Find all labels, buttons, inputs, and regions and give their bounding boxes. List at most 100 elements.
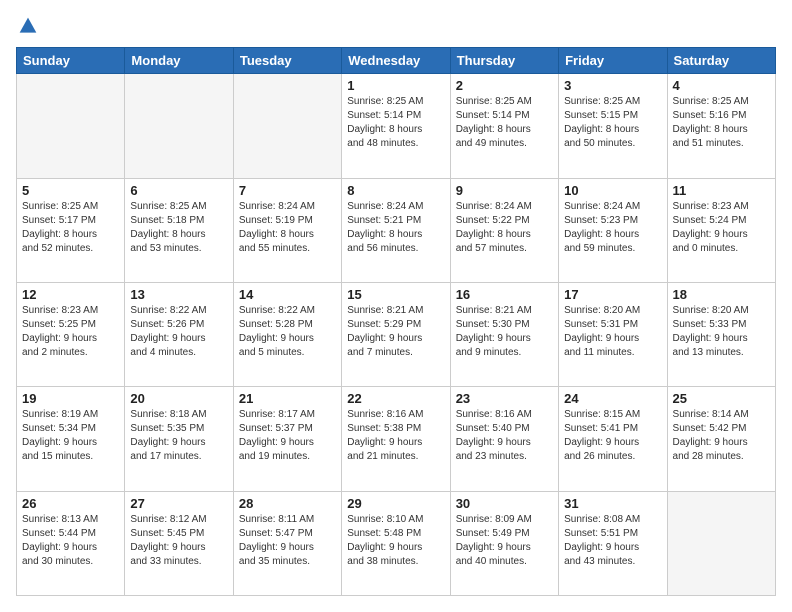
calendar-cell: 3Sunrise: 8:25 AM Sunset: 5:15 PM Daylig… xyxy=(559,74,667,178)
day-info: Sunrise: 8:17 AM Sunset: 5:37 PM Dayligh… xyxy=(239,408,336,464)
day-number: 12 xyxy=(22,287,119,302)
calendar-cell: 15 Sunrise: 8:21 AM Sunset: 5:29 PM Dayli… xyxy=(342,282,450,386)
calendar-cell: 18 Sunrise: 8:20 AM Sunset: 5:33 PM Dayli… xyxy=(667,282,775,386)
calendar-cell: 11 Sunrise: 8:23 AM Sunset: 5:24 PM Dayli… xyxy=(667,178,775,282)
day-info: Sunrise: 8:14 AM Sunset: 5:42 PM Dayligh… xyxy=(673,408,770,464)
day-info: Sunrise: 8:18 AM Sunset: 5:35 PM Dayligh… xyxy=(130,408,227,464)
calendar-cell: 28 Sunrise: 8:11 AM Sunset: 5:47 PM Dayli… xyxy=(233,491,341,595)
calendar-cell: 31Sunrise: 8:08 AM Sunset: 5:51 PM Dayli… xyxy=(559,491,667,595)
day-number: 14 xyxy=(239,287,336,302)
day-info: Sunrise: 8:16 AM Sunset: 5:40 PM Dayligh… xyxy=(456,408,553,464)
day-number: 11 xyxy=(673,183,770,198)
calendar-cell: 8 Sunrise: 8:24 AM Sunset: 5:21 PM Daylig… xyxy=(342,178,450,282)
day-number: 7 xyxy=(239,183,336,198)
day-info: Sunrise: 8:19 AM Sunset: 5:34 PM Dayligh… xyxy=(22,408,119,464)
calendar-cell: 20 Sunrise: 8:18 AM Sunset: 5:35 PM Dayli… xyxy=(125,387,233,491)
calendar-cell: 13 Sunrise: 8:22 AM Sunset: 5:26 PM Dayli… xyxy=(125,282,233,386)
day-number: 21 xyxy=(239,391,336,406)
day-number: 15 xyxy=(347,287,444,302)
day-info: Sunrise: 8:25 AM Sunset: 5:16 PM Dayligh… xyxy=(673,95,770,151)
day-number: 18 xyxy=(673,287,770,302)
day-number: 22 xyxy=(347,391,444,406)
day-number: 20 xyxy=(130,391,227,406)
day-info: Sunrise: 8:20 AM Sunset: 5:31 PM Dayligh… xyxy=(564,304,661,360)
day-info: Sunrise: 8:11 AM Sunset: 5:47 PM Dayligh… xyxy=(239,513,336,569)
page: SundayMondayTuesdayWednesdayThursdayFrid… xyxy=(0,0,792,612)
calendar-cell: 24 Sunrise: 8:15 AM Sunset: 5:41 PM Dayli… xyxy=(559,387,667,491)
calendar-cell: 30 Sunrise: 8:09 AM Sunset: 5:49 PM Dayli… xyxy=(450,491,558,595)
calendar-cell: 16 Sunrise: 8:21 AM Sunset: 5:30 PM Dayli… xyxy=(450,282,558,386)
day-number: 4 xyxy=(673,78,770,93)
day-number: 6 xyxy=(130,183,227,198)
weekday-header: Friday xyxy=(559,48,667,74)
calendar-cell: 1 Sunrise: 8:25 AM Sunset: 5:14 PM Daylig… xyxy=(342,74,450,178)
calendar-cell: 21 Sunrise: 8:17 AM Sunset: 5:37 PM Dayli… xyxy=(233,387,341,491)
day-number: 17 xyxy=(564,287,661,302)
calendar-cell: 17 Sunrise: 8:20 AM Sunset: 5:31 PM Dayli… xyxy=(559,282,667,386)
weekday-header: Tuesday xyxy=(233,48,341,74)
calendar-cell: 23 Sunrise: 8:16 AM Sunset: 5:40 PM Dayli… xyxy=(450,387,558,491)
calendar-cell xyxy=(233,74,341,178)
day-number: 1 xyxy=(347,78,444,93)
header xyxy=(16,16,776,37)
day-info: Sunrise: 8:25 AM Sunset: 5:18 PM Dayligh… xyxy=(130,200,227,256)
calendar-cell: 9 Sunrise: 8:24 AM Sunset: 5:22 PM Daylig… xyxy=(450,178,558,282)
calendar-cell: 27 Sunrise: 8:12 AM Sunset: 5:45 PM Dayli… xyxy=(125,491,233,595)
day-number: 29 xyxy=(347,496,444,511)
day-number: 13 xyxy=(130,287,227,302)
calendar-cell: 6 Sunrise: 8:25 AM Sunset: 5:18 PM Daylig… xyxy=(125,178,233,282)
day-info: Sunrise: 8:10 AM Sunset: 5:48 PM Dayligh… xyxy=(347,513,444,569)
calendar-cell: 2 Sunrise: 8:25 AM Sunset: 5:14 PM Daylig… xyxy=(450,74,558,178)
day-number: 5 xyxy=(22,183,119,198)
day-number: 2 xyxy=(456,78,553,93)
calendar-table: SundayMondayTuesdayWednesdayThursdayFrid… xyxy=(16,47,776,596)
day-info: Sunrise: 8:25 AM Sunset: 5:14 PM Dayligh… xyxy=(347,95,444,151)
day-number: 26 xyxy=(22,496,119,511)
day-number: 24 xyxy=(564,391,661,406)
weekday-header: Thursday xyxy=(450,48,558,74)
day-number: 25 xyxy=(673,391,770,406)
day-info: Sunrise: 8:15 AM Sunset: 5:41 PM Dayligh… xyxy=(564,408,661,464)
day-number: 16 xyxy=(456,287,553,302)
calendar-cell: 29 Sunrise: 8:10 AM Sunset: 5:48 PM Dayli… xyxy=(342,491,450,595)
day-info: Sunrise: 8:20 AM Sunset: 5:33 PM Dayligh… xyxy=(673,304,770,360)
calendar-cell: 19Sunrise: 8:19 AM Sunset: 5:34 PM Dayli… xyxy=(17,387,125,491)
day-number: 3 xyxy=(564,78,661,93)
day-number: 27 xyxy=(130,496,227,511)
calendar-cell: 7 Sunrise: 8:24 AM Sunset: 5:19 PM Daylig… xyxy=(233,178,341,282)
logo xyxy=(16,16,38,37)
calendar-cell: 4 Sunrise: 8:25 AM Sunset: 5:16 PM Daylig… xyxy=(667,74,775,178)
logo-text xyxy=(16,16,38,41)
day-info: Sunrise: 8:25 AM Sunset: 5:14 PM Dayligh… xyxy=(456,95,553,151)
day-number: 28 xyxy=(239,496,336,511)
day-number: 23 xyxy=(456,391,553,406)
day-info: Sunrise: 8:12 AM Sunset: 5:45 PM Dayligh… xyxy=(130,513,227,569)
day-info: Sunrise: 8:21 AM Sunset: 5:29 PM Dayligh… xyxy=(347,304,444,360)
calendar-cell: 10 Sunrise: 8:24 AM Sunset: 5:23 PM Dayli… xyxy=(559,178,667,282)
day-info: Sunrise: 8:16 AM Sunset: 5:38 PM Dayligh… xyxy=(347,408,444,464)
weekday-header: Monday xyxy=(125,48,233,74)
calendar-cell: 26Sunrise: 8:13 AM Sunset: 5:44 PM Dayli… xyxy=(17,491,125,595)
calendar-cell: 25 Sunrise: 8:14 AM Sunset: 5:42 PM Dayli… xyxy=(667,387,775,491)
calendar-cell xyxy=(17,74,125,178)
day-info: Sunrise: 8:21 AM Sunset: 5:30 PM Dayligh… xyxy=(456,304,553,360)
day-info: Sunrise: 8:08 AM Sunset: 5:51 PM Dayligh… xyxy=(564,513,661,569)
day-number: 8 xyxy=(347,183,444,198)
day-info: Sunrise: 8:24 AM Sunset: 5:22 PM Dayligh… xyxy=(456,200,553,256)
day-info: Sunrise: 8:23 AM Sunset: 5:24 PM Dayligh… xyxy=(673,200,770,256)
day-info: Sunrise: 8:23 AM Sunset: 5:25 PM Dayligh… xyxy=(22,304,119,360)
calendar-cell: 5 Sunrise: 8:25 AM Sunset: 5:17 PM Daylig… xyxy=(17,178,125,282)
day-info: Sunrise: 8:25 AM Sunset: 5:17 PM Dayligh… xyxy=(22,200,119,256)
calendar-cell xyxy=(667,491,775,595)
weekday-header: Saturday xyxy=(667,48,775,74)
day-info: Sunrise: 8:24 AM Sunset: 5:21 PM Dayligh… xyxy=(347,200,444,256)
day-number: 10 xyxy=(564,183,661,198)
day-info: Sunrise: 8:24 AM Sunset: 5:19 PM Dayligh… xyxy=(239,200,336,256)
day-number: 9 xyxy=(456,183,553,198)
weekday-header: Wednesday xyxy=(342,48,450,74)
day-number: 30 xyxy=(456,496,553,511)
day-info: Sunrise: 8:09 AM Sunset: 5:49 PM Dayligh… xyxy=(456,513,553,569)
day-info: Sunrise: 8:24 AM Sunset: 5:23 PM Dayligh… xyxy=(564,200,661,256)
calendar-cell xyxy=(125,74,233,178)
day-info: Sunrise: 8:22 AM Sunset: 5:26 PM Dayligh… xyxy=(130,304,227,360)
